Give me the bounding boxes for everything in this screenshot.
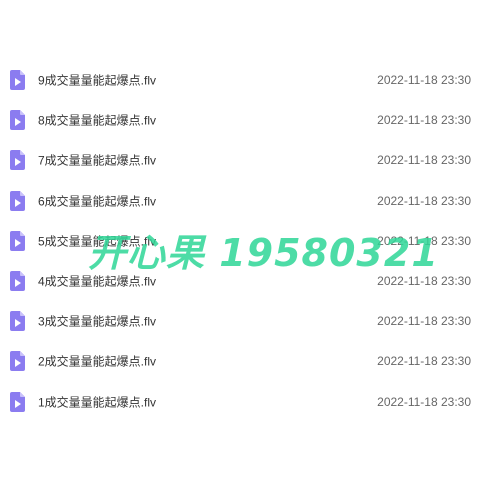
video-file-icon [10,150,25,171]
video-file-icon [10,230,25,251]
video-file-icon [10,271,25,292]
file-name[interactable]: 8成交量量能起爆点.flv [38,112,156,129]
file-date: 2022-11-18 23:30 [377,314,471,329]
file-row[interactable]: 7成交量量能起爆点.flv 2022-11-18 23:30 [0,140,479,180]
file-row[interactable]: 9成交量量能起爆点.flv 2022-11-18 23:30 [0,60,479,100]
file-row[interactable]: 3成交量量能起爆点.flv 2022-11-18 23:30 [0,301,479,341]
file-list: 9成交量量能起爆点.flv 2022-11-18 23:30 8成交量量能起爆点.f… [0,60,479,422]
file-date: 2022-11-18 23:30 [377,153,471,168]
file-name[interactable]: 3成交量量能起爆点.flv [38,313,156,330]
file-date: 2022-11-18 23:30 [377,354,471,369]
video-file-icon [10,391,25,412]
file-row[interactable]: 1成交量量能起爆点.flv 2022-11-18 23:30 [0,382,479,422]
file-list-page: 9成交量量能起爆点.flv 2022-11-18 23:30 8成交量量能起爆点.f… [0,0,479,479]
file-name[interactable]: 7成交量量能起爆点.flv [38,152,156,169]
file-name[interactable]: 1成交量量能起爆点.flv [38,393,156,410]
file-row[interactable]: 2成交量量能起爆点.flv 2022-11-18 23:30 [0,341,479,381]
video-file-icon [10,351,25,372]
file-name[interactable]: 5成交量量能起爆点.flv [38,232,156,249]
video-file-icon [10,190,25,211]
file-date: 2022-11-18 23:30 [377,274,471,289]
file-row[interactable]: 5成交量量能起爆点.flv 2022-11-18 23:30 [0,221,479,261]
file-row[interactable]: 8成交量量能起爆点.flv 2022-11-18 23:30 [0,100,479,140]
video-file-icon [10,311,25,332]
file-date: 2022-11-18 23:30 [377,73,471,88]
file-row[interactable]: 4成交量量能起爆点.flv 2022-11-18 23:30 [0,261,479,301]
file-date: 2022-11-18 23:30 [377,113,471,128]
file-name[interactable]: 2成交量量能起爆点.flv [38,353,156,370]
file-name[interactable]: 4成交量量能起爆点.flv [38,273,156,290]
file-date: 2022-11-18 23:30 [377,193,471,208]
file-name[interactable]: 9成交量量能起爆点.flv [38,72,156,89]
file-row[interactable]: 6成交量量能起爆点.flv 2022-11-18 23:30 [0,181,479,221]
file-date: 2022-11-18 23:30 [377,394,471,409]
file-date: 2022-11-18 23:30 [377,233,471,248]
video-file-icon [10,110,25,131]
video-file-icon [10,70,25,91]
file-name[interactable]: 6成交量量能起爆点.flv [38,192,156,209]
